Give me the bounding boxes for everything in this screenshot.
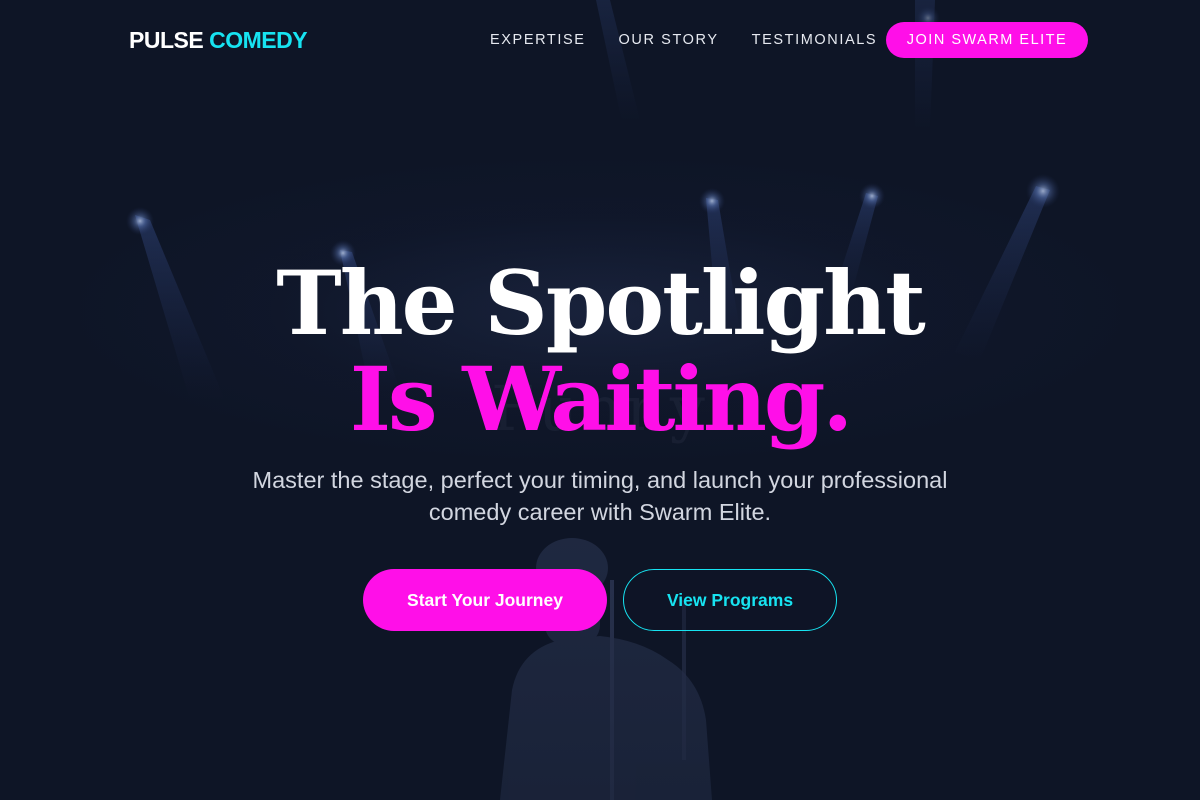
view-programs-button[interactable]: View Programs [623,569,837,631]
hero-title-line1: The Spotlight [276,251,926,355]
brand-name-part2: COMEDY [209,27,308,53]
nav-link-our-story[interactable]: OUR STORY [619,31,719,49]
start-your-journey-button[interactable]: Start Your Journey [363,569,607,631]
nav-link-expertise[interactable]: EXPERTISE [490,31,586,49]
site-header: PULSE COMEDY EXPERTISE OUR STORY TESTIMO… [0,0,1200,80]
nav-link-testimonials[interactable]: TESTIMONIALS [752,31,878,49]
hero-title-line2: Is Waiting. [349,347,853,451]
hero-title: The Spotlight Is Waiting. [0,255,1200,447]
main-nav: EXPERTISE OUR STORY TESTIMONIALS [490,31,877,49]
brand-name-part1: PULSE [129,27,204,53]
hero-subtitle: Master the stage, perfect your timing, a… [252,467,948,525]
join-swarm-elite-button[interactable]: JOIN SWARM ELITE [886,22,1088,58]
brand-logo[interactable]: PULSE COMEDY [129,26,308,54]
landing-page: Funny PULSE COMEDY EXPERTISE OUR STORY T… [0,0,1200,800]
